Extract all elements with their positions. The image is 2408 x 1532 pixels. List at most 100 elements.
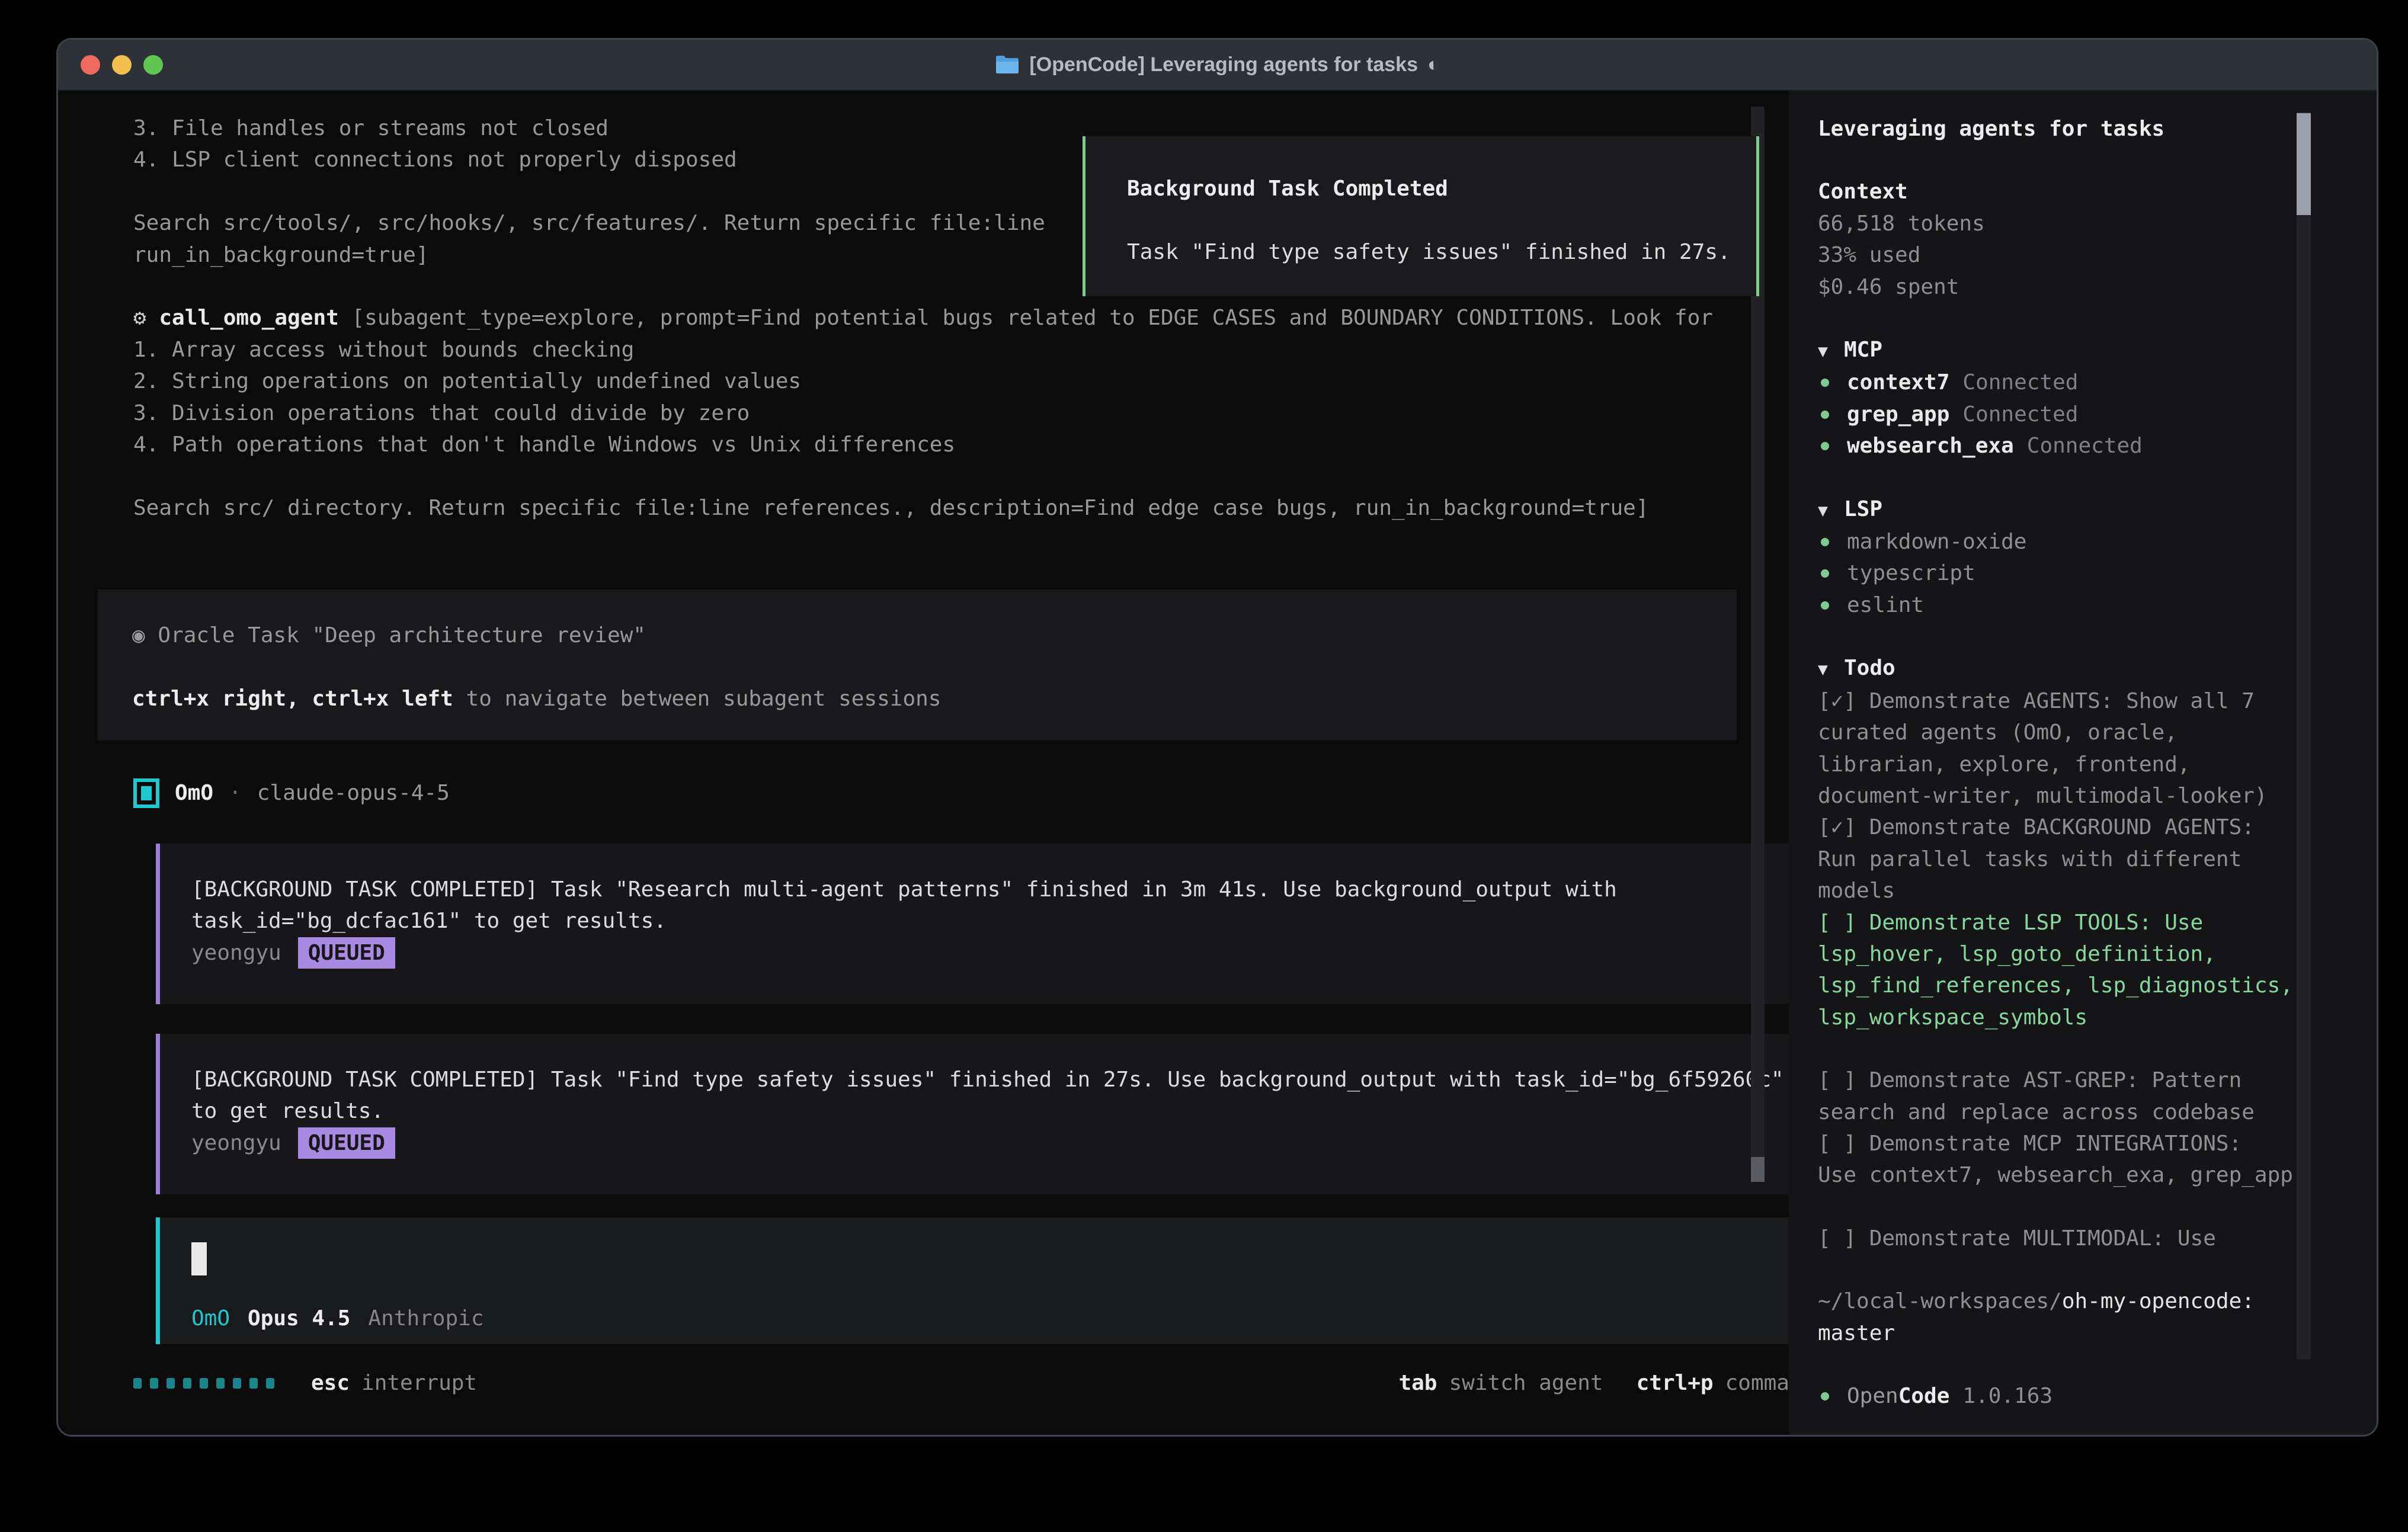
lsp-item: eslint [1818,589,2377,621]
mcp-item-status: Connected [1962,367,2078,398]
lsp-item-name: typescript [1847,557,1975,589]
chevron-down-icon: ▼ [1818,335,1844,367]
lsp-item-name: markdown-oxide [1847,526,2026,557]
workspace-branch: master [1818,1318,2377,1349]
record-icon: ◉ [132,623,158,648]
ctrlp-key-hint: ctrl+p [1637,1367,1714,1399]
context-heading: Context [1818,176,2377,207]
todo-item: [ ] Demonstrate MULTIMODAL: Use [1818,1223,2295,1254]
agent-header: OmO · claude-opus-4-5 [133,770,450,817]
transcript-line: 2. String operations on potentially unde… [133,366,1737,397]
app-version-number: 1.0.163 [1962,1380,2052,1412]
minimize-button[interactable] [112,55,132,75]
tab-shortcut: tab switch agent [1398,1367,1603,1399]
window-title-group: [OpenCode] Leveraging agents for tasks ◐ [995,53,1439,76]
lsp-item: markdown-oxide [1818,526,2377,557]
hint-shortcut-keys: ctrl+x right, ctrl+x left [132,687,453,711]
session-title: Leveraging agents for tasks [1818,113,2377,145]
todo-heading: Todo [1844,656,1895,680]
status-badge: QUEUED [298,1127,395,1159]
app-name-bold: Code [1898,1384,1950,1408]
hint-text: to navigate between subagent sessions [466,687,942,711]
mcp-item-status: Connected [1962,399,2078,430]
todo-section-header[interactable]: ▼Todo [1818,652,2377,685]
mcp-item-name: grep_app [1847,399,1949,430]
notification-title: Background Task Completed [1127,173,1748,204]
todo-item: [ ] Demonstrate MCP INTEGRATIONS: Use co… [1818,1128,2295,1191]
context-section: Context 66,518 tokens 33% used $0.46 spe… [1818,176,2377,303]
mcp-item: context7 Connected [1818,367,2377,398]
todo-item: [✓] Demonstrate BACKGROUND AGENTS: Run p… [1818,812,2295,906]
version-line: OpenCode 1.0.163 [1818,1380,2377,1412]
separator: · [229,777,242,809]
status-dot-icon [1821,1392,1829,1400]
mcp-item: websearch_exa Connected [1818,430,2377,461]
oracle-task-title: Oracle Task "Deep architecture review" [158,623,646,648]
workspace-path-name: oh-my-opencode: [2062,1289,2255,1313]
agent-icon [133,778,159,808]
close-button[interactable] [81,55,100,75]
prompt-input[interactable]: OmO Opus 4.5 Anthropic [156,1217,1789,1344]
transcript-line: 4. Path operations that don't handle Win… [133,429,1737,460]
mcp-heading: MCP [1844,338,1882,362]
app-name-dim: Open [1847,1384,1898,1408]
esc-key-label: interrupt [361,1367,477,1399]
input-model-provider: Anthropic [368,1303,483,1334]
agent-name: OmO [175,777,213,809]
mcp-item-name: context7 [1847,367,1949,398]
chevron-down-icon: ▼ [1818,495,1844,526]
transcript-line: 3. Division operations that could divide… [133,398,1737,429]
status-dot-icon [1821,538,1829,546]
task-message-meta: yeongyu QUEUED [191,1127,1789,1159]
main-scrollbar-thumb[interactable] [1751,1157,1765,1182]
todo-item: [✓] Demonstrate AGENTS: Show all 7 curat… [1818,685,2295,812]
content: 3. File handles or streams not closed 4.… [58,91,2377,1435]
input-agent-name: OmO [191,1303,230,1334]
task-message-text: [BACKGROUND TASK COMPLETED] Task "Resear… [191,874,1789,937]
mcp-item-status: Connected [2027,430,2143,461]
context-tokens: 66,518 tokens [1818,208,2377,239]
todo-section: ▼Todo [✓] Demonstrate AGENTS: Show all 7… [1818,652,2377,1254]
status-badge: QUEUED [298,937,395,969]
mcp-section-header[interactable]: ▼MCP [1818,334,2377,367]
lsp-heading: LSP [1844,497,1882,521]
lsp-item: typescript [1818,557,2377,589]
notification-body: Task "Find type safety issues" finished … [1127,236,1748,268]
oracle-task-title-line: ◉ Oracle Task "Deep architecture review" [132,620,1737,651]
folder-icon [995,55,1020,75]
text-cursor [191,1242,207,1275]
lsp-section: ▼LSP markdown-oxide typescript eslint [1818,493,2377,621]
ctrlp-key-label: commands [1725,1367,1789,1399]
chat-main-area: 3. File handles or streams not closed 4.… [58,91,1789,1435]
transcript-line: 1. Array access without bounds checking [133,334,1737,366]
workspace-path-line: ~/local-workspaces/oh-my-opencode: [1818,1286,2377,1317]
task-message-meta: yeongyu QUEUED [191,937,1789,969]
sidebar: Leveraging agents for tasks Context 66,5… [1789,91,2377,1435]
commands-shortcut: ctrl+p commands [1637,1367,1789,1399]
tab-key-hint: tab [1398,1367,1437,1399]
status-dot-icon [1821,569,1829,578]
input-model-name: Opus 4.5 [248,1303,350,1334]
workspace-path-prefix: ~/local-workspaces/ [1818,1289,2062,1313]
context-spent: $0.46 spent [1818,271,2377,303]
titlebar: [OpenCode] Leveraging agents for tasks ◐ [58,40,2377,91]
mcp-item-name: websearch_exa [1847,430,2014,461]
sidebar-scrollbar-thumb[interactable] [2297,113,2311,215]
tool-call-name: call_omo_agent [159,306,338,330]
tool-call-args: [subagent_type=explore, prompt=Find pote… [351,306,1712,330]
status-dot-icon [1821,601,1829,610]
maximize-button[interactable] [143,55,163,75]
sidebar-scrollbar-track[interactable] [2297,112,2311,1359]
window-title: [OpenCode] Leveraging agents for tasks [1029,53,1418,76]
lsp-section-header[interactable]: ▼LSP [1818,493,2377,526]
workspace-path: ~/local-workspaces/oh-my-opencode: maste… [1818,1286,2377,1349]
task-message-text: [BACKGROUND TASK COMPLETED] Task "Find t… [191,1064,1789,1127]
moon-icon: ◐ [1427,53,1440,76]
window-controls [81,55,163,75]
chevron-down-icon: ▼ [1818,653,1844,685]
task-message: [BACKGROUND TASK COMPLETED] Task "Find t… [156,1034,1789,1194]
todo-item: [ ] Demonstrate AST-GREP: Pattern search… [1818,1065,2295,1128]
status-dot-icon [1821,411,1829,419]
spinner-icon [133,1378,274,1389]
transcript-line: Search src/ directory. Return specific f… [133,492,1737,524]
